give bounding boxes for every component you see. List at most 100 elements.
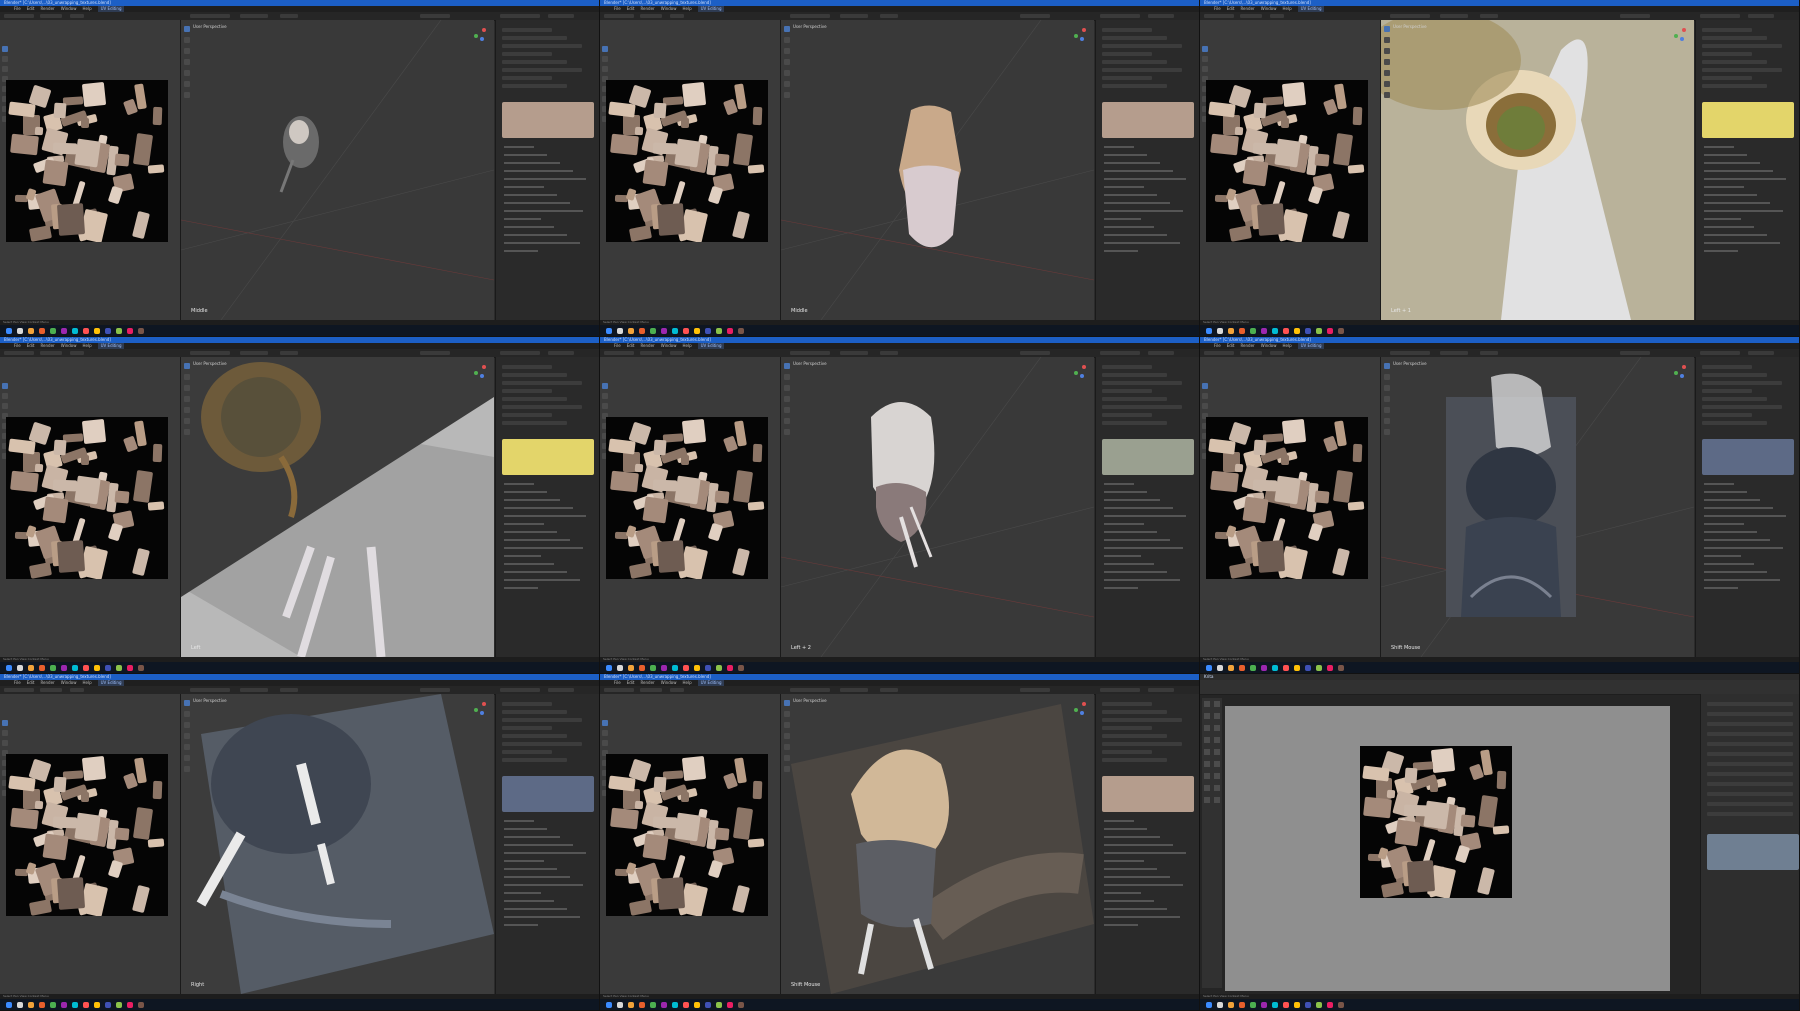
header-control[interactable] — [4, 351, 34, 355]
header-control[interactable] — [1100, 351, 1140, 355]
search-icon[interactable] — [127, 665, 133, 671]
windows-start-icon[interactable] — [1206, 328, 1212, 334]
viewport-tool-icon[interactable] — [784, 766, 790, 772]
viewport-tool-icon[interactable] — [784, 711, 790, 717]
brush-tool-icon[interactable] — [1214, 785, 1220, 791]
property-row[interactable] — [1102, 421, 1167, 425]
viewport-tool-icon[interactable] — [1384, 37, 1390, 43]
header-control[interactable] — [670, 688, 684, 692]
viewport-model[interactable] — [1381, 20, 1694, 320]
folder-icon[interactable] — [105, 328, 111, 334]
uv-editor[interactable] — [1200, 20, 1381, 320]
property-row[interactable] — [1102, 397, 1167, 401]
uv-tool-icon[interactable] — [2, 66, 8, 72]
viewport-tool-icon[interactable] — [184, 374, 190, 380]
viewport-tool-icon[interactable] — [784, 733, 790, 739]
property-row[interactable] — [502, 726, 552, 730]
header-control[interactable] — [604, 14, 634, 18]
brush-tool-icon[interactable] — [1214, 773, 1220, 779]
windows-start-icon[interactable] — [61, 1002, 67, 1008]
property-row[interactable] — [1102, 36, 1167, 40]
search-icon[interactable] — [672, 1002, 678, 1008]
browser-icon[interactable] — [1338, 328, 1344, 334]
3d-viewport[interactable]: User Perspective Middle — [181, 20, 494, 320]
browser-icon[interactable] — [1228, 328, 1234, 334]
browser-icon[interactable] — [1283, 665, 1289, 671]
folder-icon[interactable] — [105, 665, 111, 671]
folder-icon[interactable] — [705, 328, 711, 334]
uv-tool-icon[interactable] — [1202, 393, 1208, 399]
viewport-tool-icon[interactable] — [784, 363, 790, 369]
header-control[interactable] — [640, 14, 662, 18]
docker-row[interactable] — [1707, 722, 1793, 726]
property-row[interactable] — [502, 710, 567, 714]
windows-start-icon[interactable] — [661, 1002, 667, 1008]
docker-row[interactable] — [1707, 812, 1793, 816]
header-control[interactable] — [1270, 14, 1284, 18]
viewport-tool-icon[interactable] — [784, 26, 790, 32]
windows-start-icon[interactable] — [1261, 665, 1267, 671]
header-control[interactable] — [1270, 351, 1284, 355]
header-control[interactable] — [500, 351, 540, 355]
header-control[interactable] — [1480, 351, 1498, 355]
uv-tool-icon[interactable] — [602, 56, 608, 62]
viewport-tool-icon[interactable] — [1384, 92, 1390, 98]
folder-icon[interactable] — [705, 665, 711, 671]
blender-icon[interactable] — [639, 328, 645, 334]
windows-start-icon[interactable] — [716, 1002, 722, 1008]
docker-row[interactable] — [1707, 702, 1793, 706]
header-control[interactable] — [1100, 688, 1140, 692]
uv-tool-icon[interactable] — [1202, 403, 1208, 409]
property-row[interactable] — [502, 76, 552, 80]
browser-icon[interactable] — [628, 1002, 634, 1008]
header-control[interactable] — [280, 14, 298, 18]
property-row[interactable] — [1102, 68, 1182, 72]
uv-tool-icon[interactable] — [602, 383, 608, 389]
docker-row[interactable] — [1707, 742, 1793, 746]
folder-icon[interactable] — [1250, 1002, 1256, 1008]
search-icon[interactable] — [672, 665, 678, 671]
property-row[interactable] — [502, 405, 582, 409]
windows-start-icon[interactable] — [6, 665, 12, 671]
viewport-tool-icon[interactable] — [1384, 418, 1390, 424]
viewport-tool-icon[interactable] — [1384, 429, 1390, 435]
search-icon[interactable] — [1217, 665, 1223, 671]
search-icon[interactable] — [17, 1002, 23, 1008]
brush-tool-icon[interactable] — [1204, 773, 1210, 779]
header-control[interactable] — [880, 688, 898, 692]
header-control[interactable] — [1204, 351, 1234, 355]
uv-tool-icon[interactable] — [1202, 66, 1208, 72]
viewport-model[interactable] — [781, 20, 1094, 320]
windows-start-icon[interactable] — [1206, 1002, 1212, 1008]
blender-icon[interactable] — [39, 665, 45, 671]
property-row[interactable] — [1102, 52, 1152, 56]
header-control[interactable] — [240, 688, 268, 692]
header-control[interactable] — [1020, 688, 1050, 692]
uv-tool-icon[interactable] — [1202, 56, 1208, 62]
viewport-model[interactable] — [181, 357, 494, 657]
property-row[interactable] — [502, 397, 567, 401]
browser-icon[interactable] — [83, 328, 89, 334]
header-control[interactable] — [40, 688, 62, 692]
property-row[interactable] — [1102, 381, 1182, 385]
viewport-tool-icon[interactable] — [184, 363, 190, 369]
uv-tool-icon[interactable] — [602, 46, 608, 52]
property-row[interactable] — [1102, 60, 1167, 64]
property-row[interactable] — [1102, 413, 1152, 417]
viewport-tool-icon[interactable] — [184, 418, 190, 424]
uv-texture-map[interactable] — [6, 417, 168, 579]
header-control[interactable] — [1700, 351, 1740, 355]
header-control[interactable] — [1148, 14, 1174, 18]
browser-icon[interactable] — [28, 665, 34, 671]
property-row[interactable] — [502, 734, 567, 738]
blender-icon[interactable] — [1294, 328, 1300, 334]
uv-editor[interactable] — [600, 357, 781, 657]
viewport-tool-icon[interactable] — [184, 26, 190, 32]
brush-tool-icon[interactable] — [1214, 797, 1220, 803]
browser-icon[interactable] — [83, 665, 89, 671]
property-row[interactable] — [502, 373, 567, 377]
header-control[interactable] — [190, 351, 230, 355]
navigation-gizmo-icon[interactable] — [1672, 363, 1688, 379]
property-row[interactable] — [1702, 421, 1767, 425]
property-row[interactable] — [1702, 365, 1752, 369]
